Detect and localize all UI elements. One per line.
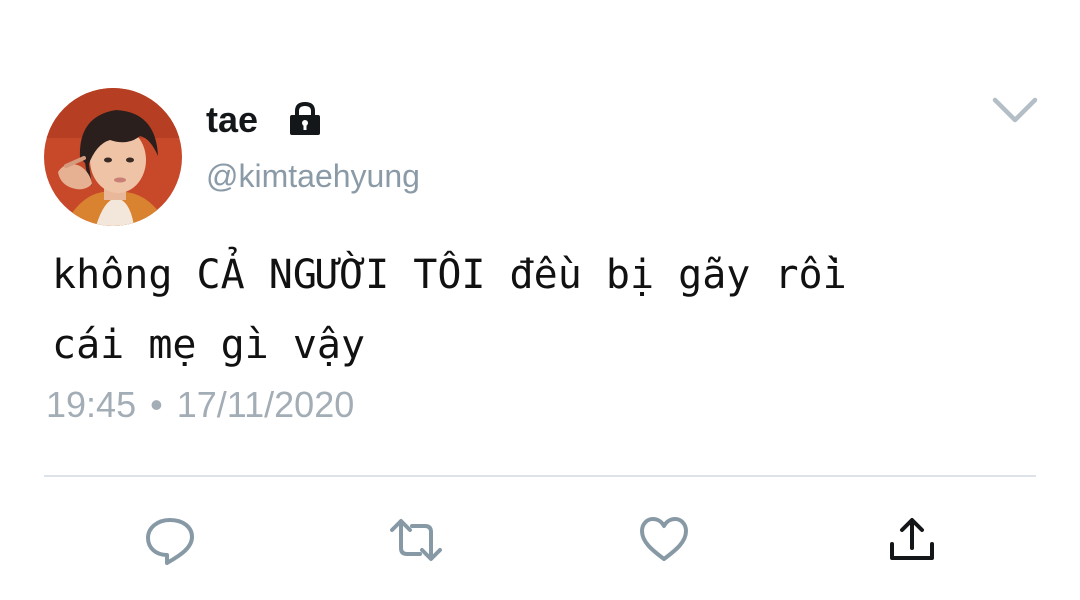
reply-icon (146, 518, 194, 565)
tweet-text: không CẢ NGƯỜI TÔI đều bị gãy rồi cái mẹ… (52, 252, 847, 368)
display-name[interactable]: tae (206, 98, 258, 142)
heart-icon (640, 517, 688, 561)
avatar-image (44, 88, 182, 226)
like-button[interactable] (636, 512, 692, 568)
tweet-card: tae @kimtaehyung không CẢ NGƯỜI TÔI đều … (0, 0, 1080, 600)
retweet-button[interactable] (388, 512, 444, 568)
tweet-date: 17/11/2020 (176, 384, 355, 425)
user-handle[interactable]: @kimtaehyung (206, 156, 420, 196)
tweet-timestamp[interactable]: 19:45 • 17/11/2020 (46, 384, 354, 426)
chevron-down-icon[interactable] (990, 92, 1040, 130)
lock-icon (290, 101, 320, 135)
share-button[interactable] (884, 512, 940, 568)
divider (44, 475, 1036, 477)
reply-button[interactable] (142, 512, 198, 568)
timestamp-separator: • (150, 384, 163, 425)
tweet-time: 19:45 (46, 384, 137, 425)
share-icon (890, 518, 934, 560)
avatar[interactable] (44, 88, 182, 226)
retweet-icon (390, 519, 442, 561)
